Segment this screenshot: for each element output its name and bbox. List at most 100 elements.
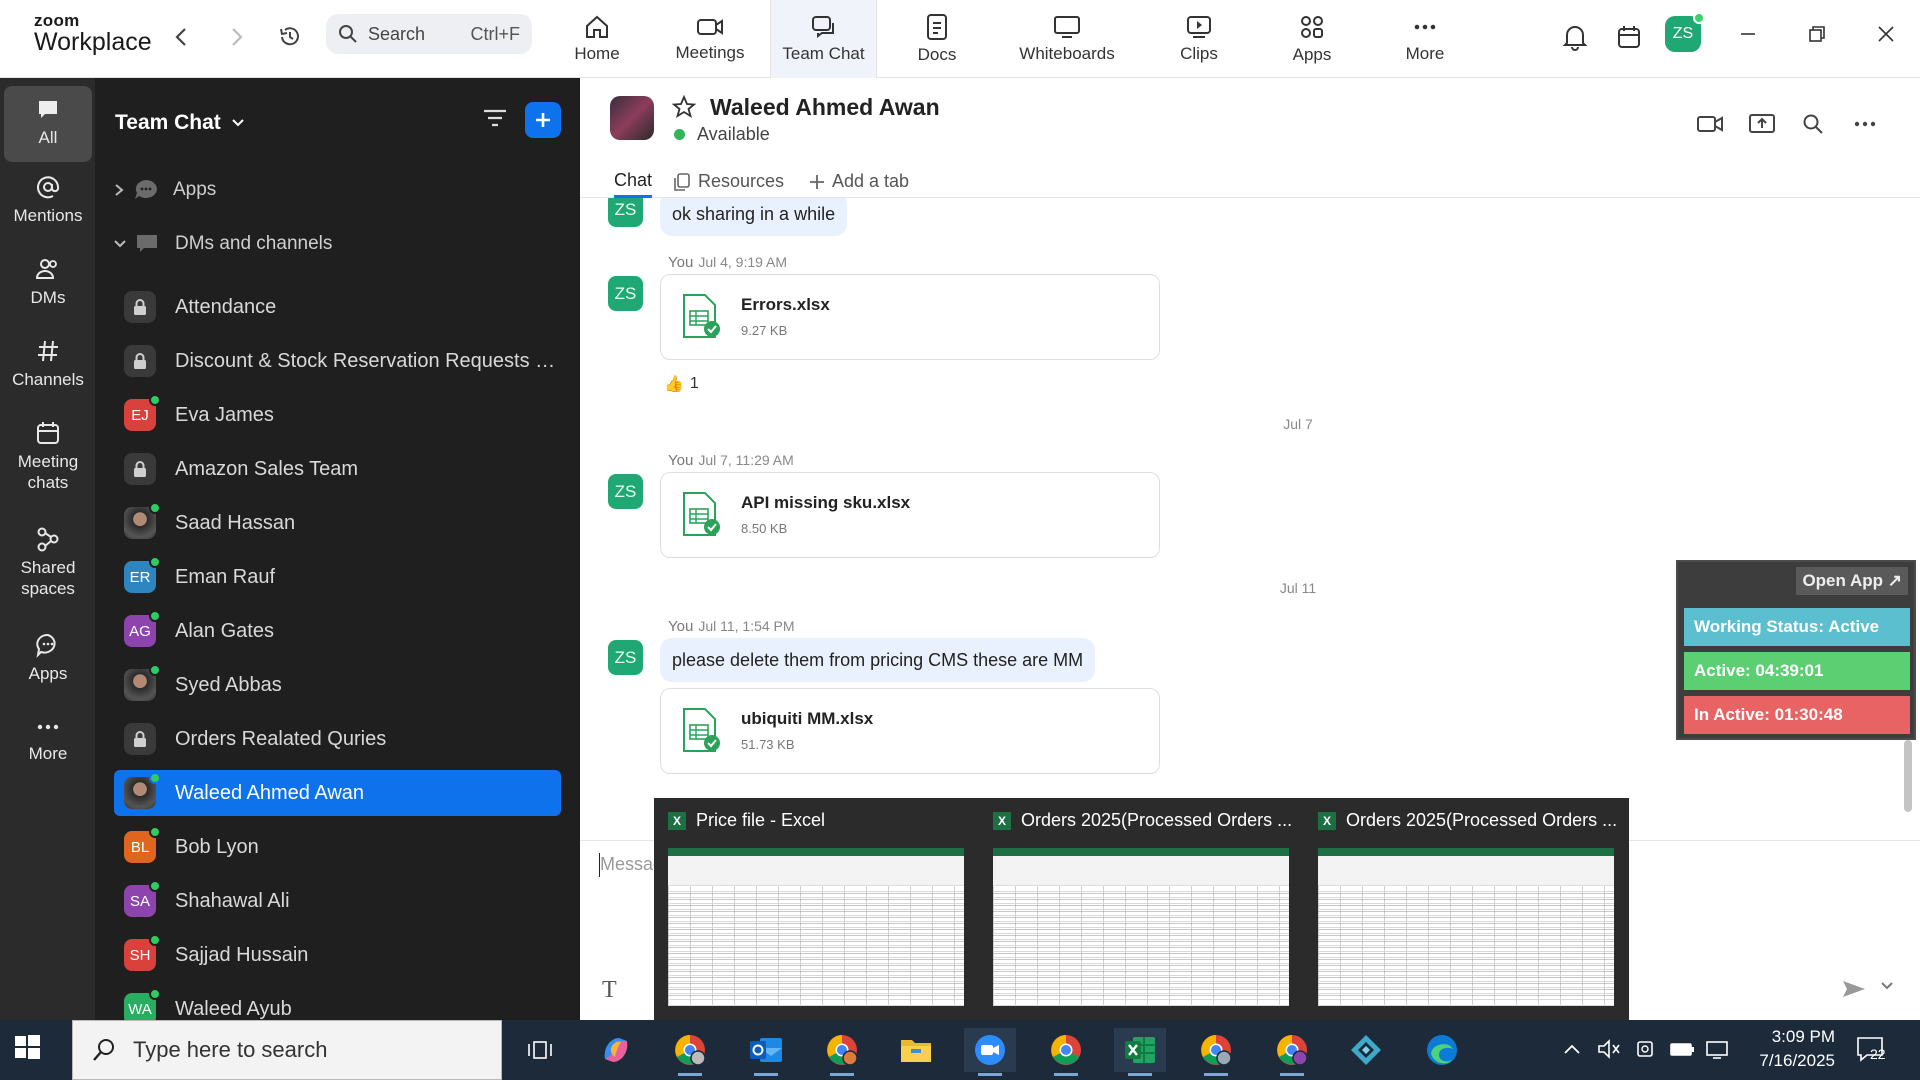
search-input[interactable]: Search Ctrl+F (326, 14, 532, 54)
task-view-button[interactable] (514, 1028, 566, 1072)
channel-item[interactable]: Orders Realated Quries (114, 716, 561, 762)
close-button[interactable] (1866, 16, 1906, 52)
at-icon (37, 176, 60, 199)
dm-item[interactable]: Waleed Ahmed Awan (114, 770, 561, 816)
file-attachment[interactable]: ubiquiti MM.xlsx 51.73 KB (660, 688, 1160, 774)
avatar: WA (124, 988, 161, 1020)
tab-clips[interactable]: Clips (1174, 0, 1224, 78)
dm-item[interactable]: WA Waleed Ayub (114, 986, 561, 1020)
tab-home[interactable]: Home (566, 0, 628, 78)
team-chat-title[interactable]: Team Chat (115, 111, 245, 135)
chevron-down-icon (114, 240, 126, 248)
window-preview[interactable]: X Price file - Excel (654, 798, 974, 1020)
tab-docs[interactable]: Docs (912, 0, 962, 78)
tab-chat[interactable]: Chat (614, 165, 653, 198)
section-dms-and-channels[interactable]: DMs and channels (113, 232, 332, 256)
left-rail: All Mentions DMs Channels Meeting chats … (0, 78, 95, 1020)
channel-item[interactable]: Amazon Sales Team (114, 446, 561, 492)
meet-now-button[interactable] (1634, 1034, 1660, 1064)
network-button[interactable] (1704, 1034, 1732, 1064)
share-screen-button[interactable] (1744, 106, 1780, 142)
section-apps[interactable]: Apps (113, 178, 216, 202)
rail-mentions[interactable]: Mentions (4, 174, 92, 226)
minimize-button[interactable] (1728, 16, 1768, 52)
online-status-dot (149, 556, 161, 568)
tab-whiteboards[interactable]: Whiteboards (1014, 0, 1120, 78)
notification-center-button[interactable]: 22 (1855, 1034, 1886, 1064)
restore-button[interactable] (1797, 16, 1837, 52)
dm-item[interactable]: Syed Abbas (114, 662, 561, 708)
rail-apps[interactable]: Apps (4, 632, 92, 684)
rail-more[interactable]: More (4, 716, 92, 764)
vpn-app[interactable] (1340, 1028, 1392, 1072)
dm-item[interactable]: EJ Eva James (114, 392, 561, 438)
chrome-profile-app-2[interactable] (1190, 1028, 1242, 1076)
tab-meetings[interactable]: Meetings (664, 0, 756, 78)
chrome-profile-app[interactable] (816, 1028, 868, 1076)
chrome-profile-app-3[interactable] (1266, 1028, 1318, 1076)
contact-name[interactable]: Waleed Ahmed Awan (710, 94, 940, 121)
rail-shared-spaces[interactable]: Shared spaces (4, 526, 92, 599)
window-preview[interactable]: X Orders 2025(Processed Orders ... (1304, 798, 1624, 1020)
file-explorer-app[interactable] (890, 1028, 942, 1072)
sender-avatar[interactable]: ZS (608, 640, 643, 675)
tab-apps[interactable]: Apps (1288, 0, 1336, 78)
channel-item[interactable]: Discount & Stock Reservation Requests O.… (114, 338, 561, 384)
rail-meeting-chats[interactable]: Meeting chats (4, 420, 92, 493)
sender-avatar[interactable]: ZS (608, 276, 643, 311)
dm-item[interactable]: ER Eman Rauf (114, 554, 561, 600)
window-preview[interactable]: X Orders 2025(Processed Orders ... (979, 798, 1299, 1020)
rail-channels[interactable]: Channels (4, 338, 92, 390)
chrome-app-2[interactable] (1040, 1028, 1092, 1076)
outlook-app[interactable] (740, 1028, 792, 1076)
forward-button[interactable] (222, 22, 252, 52)
history-button[interactable] (275, 22, 305, 52)
dm-item[interactable]: AG Alan Gates (114, 608, 561, 654)
dm-item[interactable]: BL Bob Lyon (114, 824, 561, 870)
filter-button[interactable] (482, 106, 508, 130)
format-text-button[interactable]: T (602, 977, 617, 1004)
open-app-button[interactable]: Open App ↗ (1796, 567, 1908, 595)
start-button[interactable] (12, 1032, 42, 1062)
dm-item[interactable]: SA Shahawal Ali (114, 878, 561, 924)
dm-item[interactable]: Saad Hassan (114, 500, 561, 546)
reaction-badge[interactable]: 👍 1 (664, 374, 699, 394)
avatar: SA (124, 880, 161, 917)
more-options-button[interactable] (1847, 106, 1883, 142)
file-attachment[interactable]: Errors.xlsx 9.27 KB (660, 274, 1160, 360)
taskbar-clock[interactable]: 3:09 PM 7/16/2025 (1735, 1025, 1835, 1073)
send-button[interactable] (1841, 977, 1867, 1001)
back-button[interactable] (166, 22, 196, 52)
taskbar-search-input[interactable]: Type here to search (72, 1020, 502, 1080)
new-chat-button[interactable] (525, 102, 561, 138)
file-attachment[interactable]: API missing sku.xlsx 8.50 KB (660, 472, 1160, 558)
sender-avatar[interactable]: ZS (608, 198, 643, 227)
rail-all[interactable]: All (4, 86, 92, 162)
copilot-app[interactable] (590, 1028, 642, 1072)
sender-avatar[interactable]: ZS (608, 474, 643, 509)
chrome-app[interactable] (664, 1028, 716, 1076)
video-call-button[interactable] (1692, 106, 1728, 142)
zoom-app[interactable] (964, 1028, 1016, 1076)
favorite-button[interactable] (672, 95, 696, 119)
online-status-dot (149, 772, 161, 784)
dm-item[interactable]: SH Sajjad Hussain (114, 932, 561, 978)
calendar-button[interactable] (1612, 20, 1646, 54)
channel-item[interactable]: Attendance (114, 284, 561, 330)
tab-more[interactable]: More (1400, 0, 1450, 78)
tab-resources[interactable]: Resources (672, 165, 784, 198)
message-scrollbar[interactable] (1904, 740, 1912, 812)
user-avatar[interactable]: ZS (1665, 12, 1705, 52)
tray-expand-button[interactable] (1562, 1034, 1582, 1064)
contact-avatar[interactable] (610, 96, 654, 140)
edge-app[interactable] (1416, 1028, 1468, 1072)
excel-app[interactable] (1114, 1028, 1166, 1076)
volume-button[interactable] (1596, 1034, 1622, 1064)
search-chat-button[interactable] (1795, 106, 1831, 142)
add-tab-button[interactable]: Add a tab (808, 165, 909, 198)
rail-dms[interactable]: DMs (4, 256, 92, 308)
send-options-button[interactable] (1880, 981, 1894, 991)
tab-team-chat[interactable]: Team Chat (770, 0, 877, 79)
battery-button[interactable] (1668, 1034, 1696, 1064)
notifications-button[interactable] (1558, 20, 1592, 54)
